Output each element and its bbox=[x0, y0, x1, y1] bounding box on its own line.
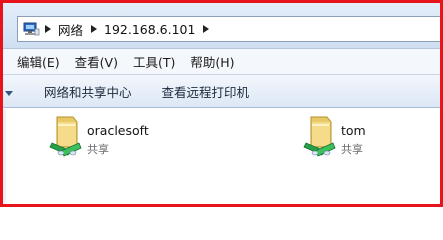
menu-view[interactable]: 查看(V) bbox=[75, 52, 118, 71]
share-item-tom[interactable]: tom 共享 bbox=[303, 113, 440, 169]
address-bar[interactable]: 网络 192.168.6.101 bbox=[17, 16, 440, 42]
breadcrumb-network[interactable]: 网络 bbox=[55, 20, 86, 39]
breadcrumb-arrow-icon[interactable] bbox=[40, 17, 55, 41]
breadcrumb-arrow-icon[interactable] bbox=[86, 17, 101, 41]
menu-tools[interactable]: 工具(T) bbox=[133, 52, 175, 71]
navigation-pane-edge bbox=[3, 109, 6, 204]
menu-bar: 编辑(E) 查看(V) 工具(T) 帮助(H) bbox=[3, 48, 440, 74]
share-type: 共享 bbox=[87, 143, 109, 156]
organize-arrow-icon[interactable] bbox=[5, 86, 15, 96]
share-name: oraclesoft bbox=[87, 123, 149, 138]
address-bar-area: 网络 192.168.6.101 bbox=[3, 3, 440, 48]
explorer-window: 网络 192.168.6.101 编辑(E) 查看(V) 工具(T) 帮助(H)… bbox=[0, 0, 443, 207]
file-list: oraclesoft 共享 tom 共享 bbox=[3, 109, 440, 204]
breadcrumb-arrow-icon[interactable] bbox=[198, 17, 213, 41]
network-location-icon bbox=[22, 20, 40, 38]
network-sharing-center-button[interactable]: 网络和共享中心 bbox=[44, 82, 132, 101]
breadcrumb-host[interactable]: 192.168.6.101 bbox=[101, 22, 198, 37]
menu-edit[interactable]: 编辑(E) bbox=[17, 52, 60, 71]
shared-folder-icon bbox=[303, 113, 341, 165]
share-item-oraclesoft[interactable]: oraclesoft 共享 bbox=[49, 113, 199, 169]
command-bar: 网络和共享中心 查看远程打印机 bbox=[3, 74, 440, 108]
shared-folder-icon bbox=[49, 113, 87, 165]
share-type: 共享 bbox=[341, 143, 363, 156]
share-name: tom bbox=[341, 123, 366, 138]
menu-help[interactable]: 帮助(H) bbox=[190, 52, 234, 71]
view-remote-printers-button[interactable]: 查看远程打印机 bbox=[162, 82, 250, 101]
